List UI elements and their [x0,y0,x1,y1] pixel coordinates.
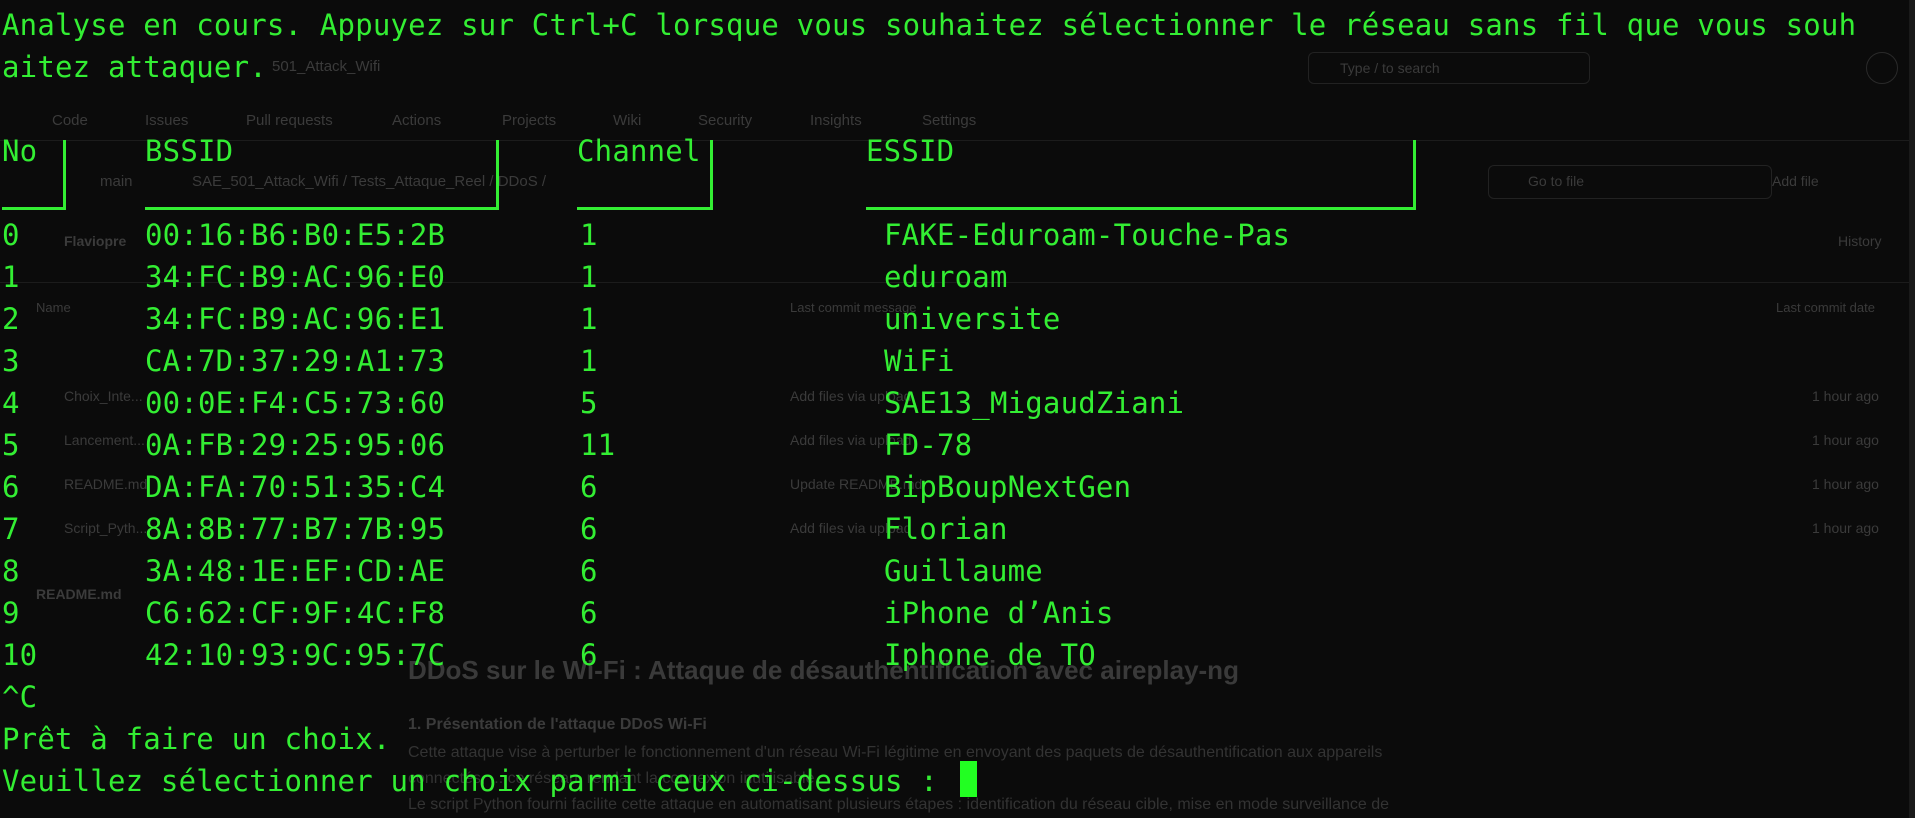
row-essid: FAKE-Eduroam-Touche-Pas [884,218,1291,252]
row-bssid: 8A:8B:77:B7:7B:95 [145,512,446,546]
row-bssid: CA:7D:37:29:A1:73 [145,344,446,378]
row-bssid: 00:16:B6:B0:E5:2B [145,218,446,252]
header-underline [866,207,1414,210]
row-no: 10 [2,638,38,672]
row-no: 6 [2,470,20,504]
row-essid: eduroam [884,260,1008,294]
row-channel: 6 [580,554,598,588]
window-edge [1909,0,1915,818]
row-channel: 1 [580,344,598,378]
row-bssid: DA:FA:70:51:35:C4 [145,470,446,504]
intro-line: Analyse en cours. Appuyez sur Ctrl+C lor… [2,8,1857,42]
row-bssid: 00:0E:F4:C5:73:60 [145,386,446,420]
column-separator [1413,140,1416,210]
header-essid: ESSID [866,134,955,168]
header-underline [577,207,711,210]
header-bssid: BSSID [145,134,234,168]
column-separator [63,140,66,210]
row-bssid: 34:FC:B9:AC:96:E0 [145,260,446,294]
row-essid: BipBoupNextGen [884,470,1132,504]
row-bssid: 0A:FB:29:25:95:06 [145,428,446,462]
row-no: 1 [2,260,20,294]
prompt-line[interactable]: Veuillez sélectionner un choix parmi ceu… [2,760,977,802]
row-channel: 6 [580,638,598,672]
intro-line: aitez attaquer. [2,50,267,84]
row-no: 7 [2,512,20,546]
row-channel: 1 [580,302,598,336]
row-no: 3 [2,344,20,378]
row-channel: 6 [580,512,598,546]
column-separator [496,140,499,210]
row-channel: 1 [580,218,598,252]
row-essid: WiFi [884,344,955,378]
text-cursor[interactable] [959,761,977,797]
row-essid: SAE13_MigaudZiani [884,386,1185,420]
column-separator [710,140,713,210]
row-no: 0 [2,218,20,252]
row-essid: Florian [884,512,1008,546]
row-no: 2 [2,302,20,336]
row-bssid: 34:FC:B9:AC:96:E1 [145,302,446,336]
header-channel: Channel [577,134,701,168]
terminal[interactable]: Analyse en cours. Appuyez sur Ctrl+C lor… [0,0,1915,818]
row-bssid: 3A:48:1E:EF:CD:AE [145,554,446,588]
row-channel: 5 [580,386,598,420]
prompt-text: Veuillez sélectionner un choix parmi ceu… [2,764,956,798]
interrupt-line: ^C [2,680,38,714]
row-bssid: C6:62:CF:9F:4C:F8 [145,596,446,630]
row-no: 9 [2,596,20,630]
row-essid: iPhone d’Anis [884,596,1114,630]
row-channel: 11 [580,428,616,462]
row-no: 4 [2,386,20,420]
header-no: No [2,134,38,168]
row-essid: Iphone de TO [884,638,1096,672]
row-essid: Guillaume [884,554,1043,588]
row-essid: universite [884,302,1061,336]
row-no: 8 [2,554,20,588]
row-channel: 6 [580,470,598,504]
header-underline [145,207,497,210]
row-essid: FD-78 [884,428,973,462]
row-channel: 1 [580,260,598,294]
row-bssid: 42:10:93:9C:95:7C [145,638,446,672]
row-no: 5 [2,428,20,462]
row-channel: 6 [580,596,598,630]
ready-line: Prêt à faire un choix. [2,722,391,756]
header-underline [2,207,64,210]
